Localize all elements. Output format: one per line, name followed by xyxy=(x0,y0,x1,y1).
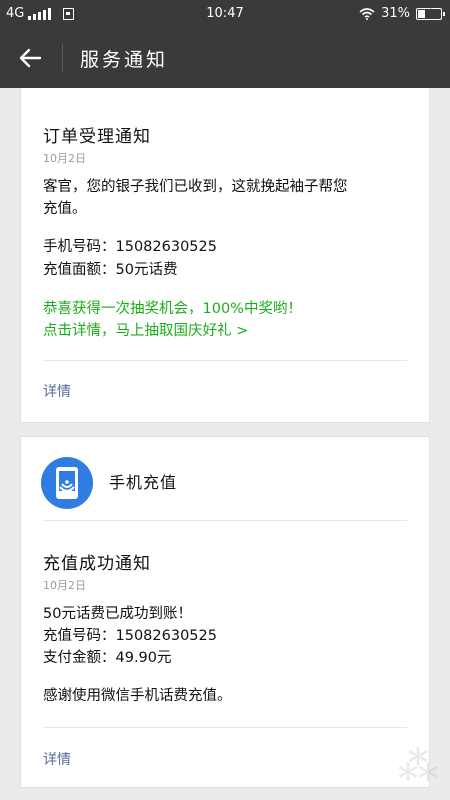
status-bar: 4G 10:47 31% ⚡ xyxy=(0,0,450,28)
phone-signal-icon xyxy=(56,467,78,499)
notice-date: 10月2日 xyxy=(43,152,86,165)
notice-line: 充值。 xyxy=(43,201,87,217)
notice-title: 充值成功通知 xyxy=(43,554,151,574)
card-divider xyxy=(43,360,407,361)
recharge-success-card[interactable]: 手机充值 充值成功通知 10月2日 50元话费已成功到账！ 充值号码：15082… xyxy=(20,436,430,788)
notice-title: 订单受理通知 xyxy=(43,127,151,147)
page-title: 服务通知 xyxy=(80,49,169,71)
battery-percent: 31% xyxy=(381,6,410,21)
mobile-recharge-app-logo[interactable] xyxy=(41,457,93,509)
header-bar: 服务通知 xyxy=(0,28,450,88)
notice-date: 10月2日 xyxy=(43,579,86,592)
payment-amount-line: 支付金额：49.90元 xyxy=(43,650,172,666)
order-notice-card[interactable]: 订单受理通知 10月2日 客官，您的银子我们已收到，这就挽起袖子帮您 充值。 手… xyxy=(20,88,430,423)
card-divider xyxy=(43,520,407,521)
phone-number-line: 充值号码：15082630525 xyxy=(43,628,217,644)
details-link[interactable]: 详情 xyxy=(43,749,71,769)
card-divider xyxy=(43,727,407,728)
notice-line: 50元话费已成功到账！ xyxy=(43,606,192,622)
charging-icon: ⚡ xyxy=(425,5,433,19)
battery-icon: ⚡ xyxy=(416,5,445,20)
notice-line: 客官，您的银子我们已收到，这就挽起袖子帮您 xyxy=(43,179,348,195)
wifi-icon xyxy=(359,7,375,20)
back-arrow-icon[interactable] xyxy=(16,44,44,72)
details-link[interactable]: 详情 xyxy=(43,381,71,401)
watermark-logo: ⁂ xyxy=(398,744,442,790)
recharge-amount-line: 充值面额：50元话费 xyxy=(43,262,178,278)
lottery-link[interactable]: 点击详情，马上抽取国庆好礼 > xyxy=(43,320,413,342)
app-name[interactable]: 手机充值 xyxy=(109,469,177,493)
thanks-line: 感谢使用微信手机话费充值。 xyxy=(43,688,232,704)
phone-number-line: 手机号码：15082630525 xyxy=(43,239,217,255)
lottery-promo-line: 恭喜获得一次抽奖机会，100%中奖哟！ xyxy=(43,301,302,317)
header-divider xyxy=(62,44,63,72)
